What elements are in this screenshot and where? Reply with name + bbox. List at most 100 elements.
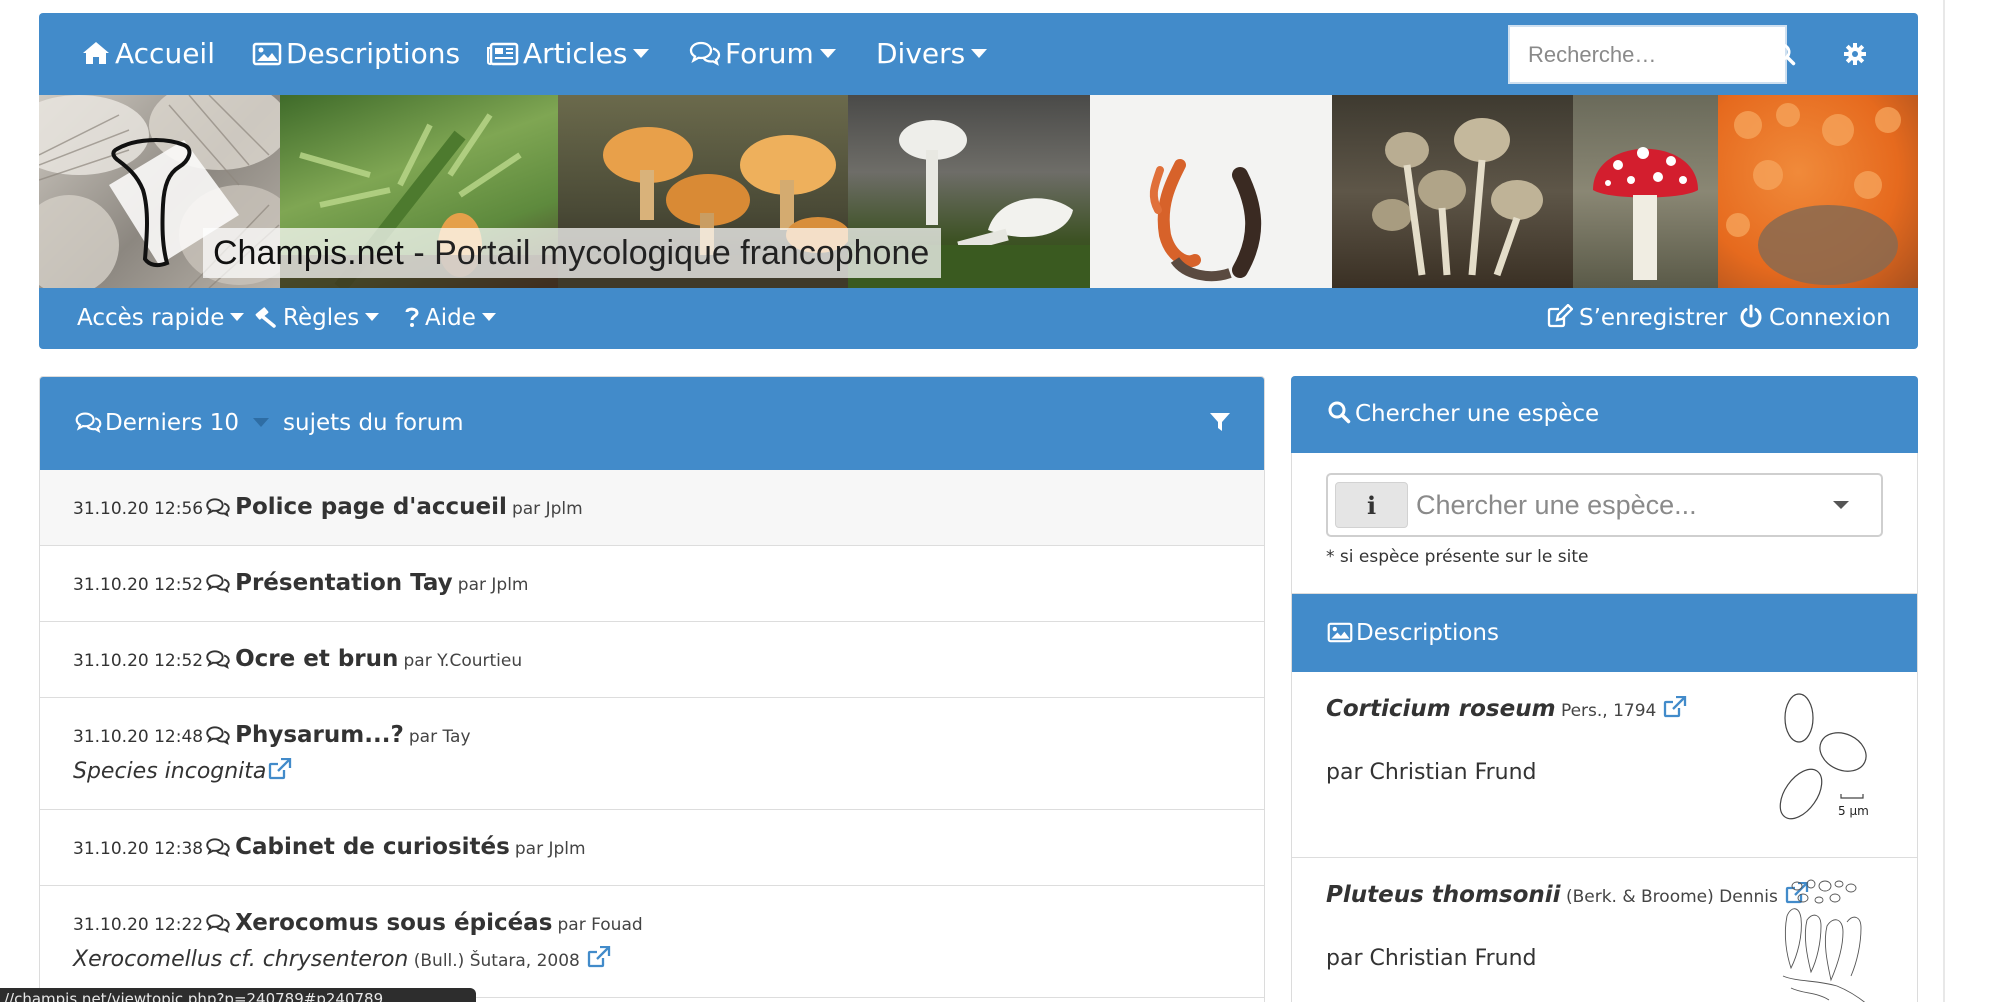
quick-access-menu[interactable]: Accès rapide [77,288,245,349]
forum-topics-panel: Derniers 10 sujets du forum 31.10.20 12:5… [39,376,1265,1002]
topic-author: par Jplm [511,499,583,519]
species-search-note: * si espèce présente sur le site [1326,547,1589,567]
filter-button[interactable] [1209,411,1231,439]
chevron-down-icon [971,49,988,58]
microscopy-drawing-thumbnail[interactable] [1777,876,1877,1002]
topic-row[interactable]: 31.10.20 12:56 Police page d'accueil par … [40,470,1264,546]
description-species-author: (Berk. & Broome) Dennis [1560,887,1778,907]
topic-timestamp: 31.10.20 12:52 [73,651,204,671]
description-author: par Christian Frund [1326,946,1537,971]
window-edge [1943,0,1945,1002]
topic-author: par Fouad [557,915,643,935]
topic-title[interactable]: Présentation Tay [235,570,453,596]
descriptions-panel: Descriptions Corticium roseum Pers., 179… [1291,594,1918,1002]
chevron-down-icon [230,313,245,321]
image-icon [1327,622,1353,643]
settings-button[interactable] [1844,13,1866,95]
site-title[interactable]: Champis.net - Portail mycologique franco… [203,228,942,278]
species-author: (Bull.) Šutara, 2008 [408,951,580,971]
topic-row[interactable]: 31.10.20 12:52 Présentation Tay par Jplm [40,546,1264,622]
link-status-bar: //champis.net/viewtopic.php?p=240789#p24… [0,988,476,1002]
help-label: Aide [425,305,476,331]
question-icon [405,307,419,327]
site-banner: Champis.net - Portail mycologique franco… [39,95,1918,288]
chevron-down-icon [481,313,496,321]
nav-articles[interactable]: Articles [487,13,650,95]
info-button[interactable]: i [1335,482,1408,528]
search-button[interactable] [1772,13,1796,95]
comments-icon [206,914,230,933]
chevron-down-icon [819,49,836,58]
nav-descriptions-label: Descriptions [286,37,461,70]
description-author: par Christian Frund [1326,760,1537,785]
topic-title[interactable]: Xerocomus sous épicéas [235,910,552,936]
external-link-icon[interactable] [1663,696,1687,718]
description-species-name[interactable]: Pluteus thomsonii [1326,882,1561,908]
help-menu[interactable]: Aide [405,288,496,349]
external-link-icon[interactable] [268,758,292,780]
sub-navbar: Accès rapide Règles Aide S’enregistrer C… [39,288,1918,349]
nav-articles-label: Articles [523,37,628,70]
newspaper-icon [487,42,519,66]
nav-forum[interactable]: Forum [689,13,836,95]
topic-row[interactable]: 31.10.20 12:48 Physarum...? par Tay Speci… [40,698,1264,810]
species-select-placeholder: Chercher une espèce... [1416,490,1697,520]
banner-photo [1332,95,1573,288]
site-name: Champis.net [213,234,404,272]
comments-icon [75,412,102,434]
descriptions-title: Descriptions [1356,620,1499,646]
home-icon [83,42,109,64]
nav-misc[interactable]: Divers [876,13,988,95]
topic-title[interactable]: Physarum...? [235,722,404,748]
comments-icon [206,726,230,745]
description-species-name[interactable]: Corticium roseum [1326,696,1556,722]
chevron-down-icon[interactable] [253,418,270,427]
nav-home[interactable]: Accueil [81,13,215,95]
comments-icon [206,498,230,517]
chevron-down-icon [633,49,650,58]
topic-row[interactable]: 31.10.20 12:38 Cabinet de curiosités par … [40,810,1264,886]
register-link[interactable]: S’enregistrer [1547,288,1727,349]
login-link[interactable]: Connexion [1739,288,1891,349]
topic-title[interactable]: Ocre et brun [235,646,398,672]
filter-icon [1210,413,1230,431]
topic-title[interactable]: Cabinet de curiosités [235,834,510,860]
nav-descriptions[interactable]: Descriptions [252,13,460,95]
topic-row[interactable]: 31.10.20 12:22 Xerocomus sous épicéas par… [40,886,1264,998]
comments-icon [689,41,721,66]
topic-count-select[interactable]: Derniers 10 [105,410,239,436]
search-input[interactable] [1508,25,1787,84]
rules-menu[interactable]: Règles [253,288,380,349]
topic-author: par Jplm [514,839,586,859]
top-navbar: Accueil Descriptions Articles Forum Dive… [39,13,1918,95]
register-label: S’enregistrer [1579,305,1728,331]
species-search-title: Chercher une espèce [1355,401,1600,427]
description-item[interactable]: Corticium roseum Pers., 1794 par Christi… [1292,672,1917,858]
comments-icon [206,574,230,593]
external-link-icon[interactable] [587,946,611,968]
nav-misc-label: Divers [876,37,966,70]
topic-timestamp: 31.10.20 12:48 [73,727,204,747]
topic-author: par Jplm [457,575,529,595]
description-item[interactable]: Pluteus thomsonii (Berk. & Broome) Denni… [1292,858,1917,1002]
species-select[interactable]: i Chercher une espèce... [1326,473,1883,537]
topic-author: par Y.Courtieu [403,651,523,671]
nav-home-label: Accueil [115,37,215,70]
spore-drawing-thumbnail[interactable]: 5 µm [1777,690,1877,830]
quick-access-label: Accès rapide [77,305,225,331]
power-icon [1740,304,1762,328]
site-tagline: - Portail mycologique francophone [403,234,930,272]
info-icon: i [1366,490,1377,520]
topic-species-link[interactable]: Species incognita [73,759,266,784]
topic-timestamp: 31.10.20 12:22 [73,915,204,935]
edit-icon [1547,303,1574,328]
topic-title[interactable]: Police page d'accueil [235,494,507,520]
image-icon [252,42,282,66]
topic-row[interactable]: 31.10.20 12:52 Ocre et brun par Y.Courtie… [40,622,1264,698]
gavel-icon [255,307,276,328]
topic-timestamp: 31.10.20 12:56 [73,499,204,519]
chevron-down-icon [365,313,380,321]
gear-icon [1844,43,1866,65]
topic-species-link[interactable]: Xerocomellus cf. chrysenteron [73,947,408,972]
search-icon [1328,401,1351,424]
